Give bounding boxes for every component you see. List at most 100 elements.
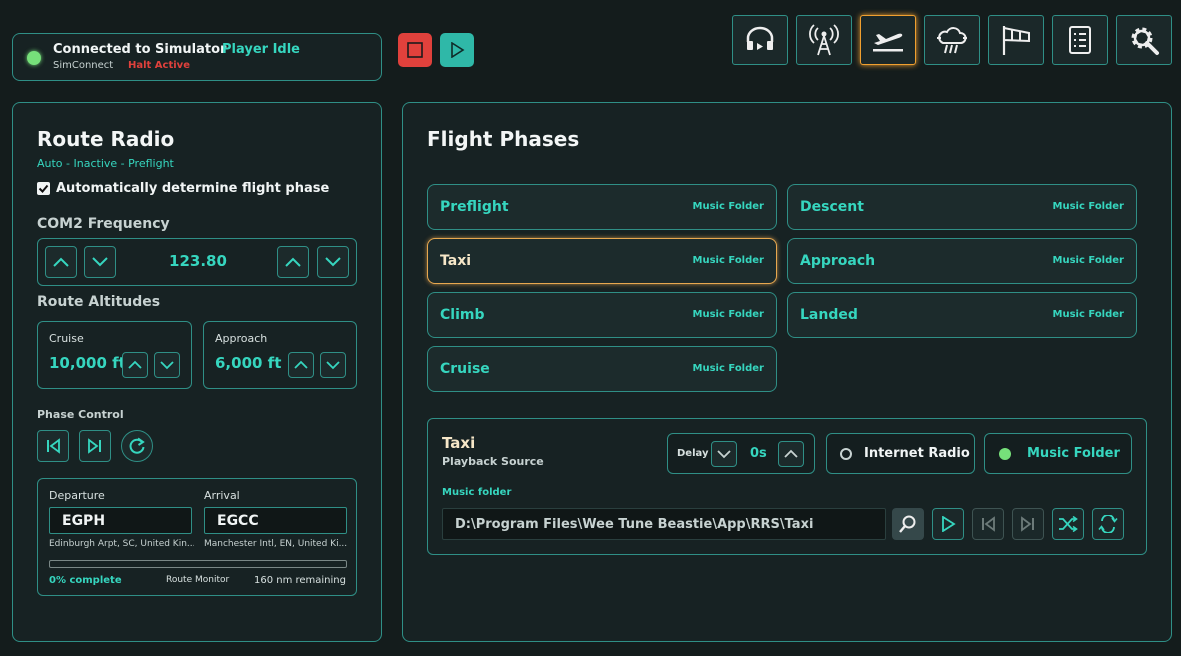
halt-status: Halt Active [128, 60, 190, 71]
music-folder-field-label: Music folder [442, 487, 512, 498]
shuffle-icon [1059, 516, 1078, 532]
arrival-airport-name: Manchester Intl, EN, United Ki... [204, 539, 348, 549]
nav-headset[interactable] [732, 15, 788, 65]
music-folder-path-input[interactable]: D:\Program Files\Wee Tune Beastie\App\RR… [442, 508, 886, 540]
checkbox-checked-icon[interactable] [37, 182, 50, 195]
nav-windsock[interactable] [988, 15, 1044, 65]
nav-weather[interactable] [924, 15, 980, 65]
browse-folder-button[interactable] [892, 508, 924, 540]
weather-icon [937, 27, 967, 54]
folder-previous-button[interactable] [972, 508, 1004, 540]
next-phase-button[interactable] [79, 430, 111, 462]
folder-play-button[interactable] [932, 508, 964, 540]
auto-phase-label: Automatically determine flight phase [56, 181, 330, 196]
com2-value: 123.80 [169, 252, 227, 270]
delay-increase-button[interactable] [778, 441, 804, 467]
radio-tower-icon [809, 24, 839, 56]
approach-value: 6,000 ft [215, 354, 282, 372]
repeat-button[interactable] [1092, 508, 1124, 540]
departure-airport-name: Edinburgh Arpt, SC, United Kin... [49, 539, 194, 549]
mode-status: Auto - Inactive - Preflight [37, 157, 174, 170]
takeoff-icon [873, 33, 903, 52]
delay-decrease-button[interactable] [711, 441, 737, 467]
phase-descent[interactable]: Descent Music Folder [787, 184, 1137, 230]
phase-source: Music Folder [1052, 309, 1124, 320]
departure-input[interactable]: EGPH [49, 507, 192, 534]
radio-selected-icon [999, 448, 1011, 460]
settings-icon [1131, 27, 1159, 55]
skip-previous-icon [47, 438, 60, 454]
com2-label: COM2 Frequency [37, 216, 170, 232]
route-progress-bar [49, 560, 347, 568]
chevron-up-icon [294, 360, 308, 369]
phase-source: Music Folder [692, 255, 764, 266]
remaining-distance: 160 nm remaining [253, 575, 346, 586]
delay-value: 0s [750, 446, 767, 461]
route-radio-panel: Route Radio Auto - Inactive - Preflight … [12, 102, 382, 642]
departure-label: Departure [49, 489, 105, 502]
play-icon [942, 516, 956, 532]
folder-next-button[interactable] [1012, 508, 1044, 540]
phase-taxi[interactable]: Taxi Music Folder [427, 238, 777, 284]
panel-title: Flight Phases [427, 127, 580, 151]
music-folder-label: Music Folder [1027, 446, 1120, 461]
cruise-label: Cruise [49, 332, 84, 345]
delay-label: Delay [677, 448, 709, 459]
nav-checklist[interactable] [1052, 15, 1108, 65]
skip-next-icon [88, 438, 101, 454]
search-icon [899, 515, 916, 533]
headset-icon [746, 26, 774, 50]
cruise-value: 10,000 ft [49, 354, 126, 372]
chevron-down-icon [160, 361, 174, 370]
approach-altitude-box: Approach 6,000 ft [203, 321, 357, 389]
phase-climb[interactable]: Climb Music Folder [427, 292, 777, 338]
chevron-up-icon [784, 449, 798, 458]
com2-khz-up-button[interactable] [277, 246, 309, 278]
playback-source-label: Playback Source [442, 455, 544, 468]
chevron-up-icon [285, 257, 301, 267]
checklist-icon [1069, 26, 1091, 54]
player-status: Player Idle [222, 42, 300, 57]
nav-settings[interactable] [1116, 15, 1172, 65]
previous-phase-button[interactable] [37, 430, 69, 462]
progress-text: 0% complete [49, 575, 122, 586]
play-button[interactable] [440, 33, 474, 67]
com2-khz-down-button[interactable] [317, 246, 349, 278]
play-icon [451, 42, 465, 58]
internet-radio-option[interactable]: Internet Radio [826, 433, 975, 474]
music-folder-option[interactable]: Music Folder [984, 433, 1132, 474]
approach-label: Approach [215, 332, 268, 345]
auto-phase-toggle[interactable]: Automatically determine flight phase [37, 181, 329, 196]
radio-unselected-icon [840, 448, 852, 460]
reset-phase-button[interactable] [121, 430, 153, 462]
phase-name: Descent [800, 199, 864, 215]
phase-source: Music Folder [692, 309, 764, 320]
nav-radio-tower[interactable] [796, 15, 852, 65]
phase-control-label: Phase Control [37, 408, 124, 421]
approach-down-button[interactable] [320, 352, 346, 378]
cruise-down-button[interactable] [154, 352, 180, 378]
phase-approach[interactable]: Approach Music Folder [787, 238, 1137, 284]
repeat-icon [1098, 515, 1118, 533]
phase-preflight[interactable]: Preflight Music Folder [427, 184, 777, 230]
refresh-icon [129, 437, 145, 454]
status-title: Connected to Simulator [53, 42, 227, 57]
skip-next-icon [1021, 516, 1034, 532]
com2-frequency-box: 123.80 [37, 238, 357, 286]
phase-name: Approach [800, 253, 876, 269]
nav-flight-phases[interactable] [860, 15, 916, 65]
phase-name: Climb [440, 307, 485, 323]
phase-landed[interactable]: Landed Music Folder [787, 292, 1137, 338]
skip-previous-icon [982, 516, 995, 532]
approach-up-button[interactable] [288, 352, 314, 378]
phase-name: Landed [800, 307, 858, 323]
cruise-up-button[interactable] [122, 352, 148, 378]
stop-icon [407, 42, 423, 58]
connection-type: SimConnect [53, 60, 114, 71]
shuffle-button[interactable] [1052, 508, 1084, 540]
stop-button[interactable] [398, 33, 432, 67]
arrival-label: Arrival [204, 489, 240, 502]
arrival-input[interactable]: EGCC [204, 507, 347, 534]
phase-source: Music Folder [692, 363, 764, 374]
phase-cruise[interactable]: Cruise Music Folder [427, 346, 777, 392]
